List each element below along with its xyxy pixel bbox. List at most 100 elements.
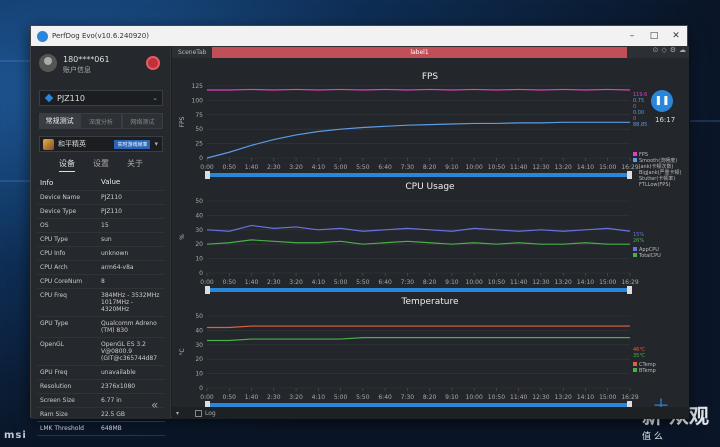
minimize-button[interactable]: –: [621, 26, 643, 46]
x-tick-label: 11:40: [510, 279, 527, 286]
x-tick-label: 6:40: [378, 164, 392, 171]
elapsed-time: 16:17: [655, 116, 676, 124]
avatar[interactable]: [39, 54, 57, 72]
info-key: CPU Arch: [40, 264, 68, 271]
table-row: OS 15: [37, 219, 165, 233]
info-value: 8: [101, 278, 105, 285]
info-key: Device Name: [40, 194, 81, 201]
table-row: Resolution 2376x1080: [37, 380, 165, 394]
x-tick-label: 0:50: [223, 394, 237, 401]
series-line-0: [206, 224, 631, 232]
legend-swatch: [633, 152, 637, 156]
info-key: Resolution: [40, 383, 72, 390]
tab-settings[interactable]: 设置: [93, 158, 109, 172]
y-tick-label: 50: [195, 198, 203, 205]
x-tick-label: 9:10: [445, 279, 459, 286]
legend-label: Jank(卡顿次数): [638, 163, 674, 170]
collapse-icon[interactable]: «: [151, 398, 158, 412]
info-key: CPU Info: [40, 250, 66, 257]
x-tick-label: 0:50: [223, 164, 237, 171]
x-tick-label: 1:40: [245, 394, 259, 401]
y-tick-label: 125: [192, 83, 204, 90]
log-checkbox[interactable]: [195, 409, 203, 417]
x-tick-label: 15:00: [599, 394, 616, 401]
android-icon: [44, 93, 54, 103]
x-tick-label: 13:20: [555, 279, 572, 286]
log-label: Log: [205, 409, 216, 417]
legend-swatch: [633, 253, 637, 257]
y-tick-label: 0: [199, 385, 203, 392]
x-tick-label: 8:20: [423, 164, 437, 171]
info-value: 15: [101, 222, 109, 229]
y-axis-label: °C: [179, 348, 186, 355]
y-tick-label: 20: [195, 356, 203, 363]
y-axis-label: FPS: [179, 116, 186, 127]
legend-value: 35℃: [633, 353, 645, 359]
x-tick-label: 7:30: [401, 164, 415, 171]
x-tick-label: 10:00: [466, 279, 483, 286]
charts-area: FPSFPS02550751001250:00 0:50 1:40 2:30 3:20 4…: [179, 72, 682, 409]
x-tick-label: 0:00: [200, 279, 214, 286]
device-name: PJZ110: [57, 93, 85, 103]
x-tick-label: 8:20: [423, 394, 437, 401]
left-panel: 180****061 账户信息 PJZ110 ⌄ 常规测试 深度分析 网络测试 …: [31, 46, 171, 436]
x-tick-label: 16:29: [621, 279, 638, 286]
x-tick-label: 9:10: [445, 394, 459, 401]
y-tick-label: 100: [192, 97, 204, 104]
tab-device[interactable]: 设备: [59, 158, 75, 172]
x-tick-label: 10:50: [488, 279, 505, 286]
x-tick-label: 1:40: [245, 279, 259, 286]
x-tick-label: 3:20: [289, 279, 303, 286]
y-tick-label: 30: [195, 227, 203, 234]
legend-label: TotalCPU: [638, 253, 661, 259]
x-tick-label: 16:29: [621, 394, 638, 401]
table-row: LMK Threshold 648MB: [37, 422, 165, 436]
tab-deep-analysis[interactable]: 深度分析: [80, 113, 122, 129]
dropdown-icon[interactable]: ▾: [176, 410, 179, 417]
x-tick-label: 15:00: [599, 164, 616, 171]
tab-about[interactable]: 关于: [127, 158, 143, 172]
info-value: OpenGL ES 3.2 V@0800.9 (GIT@c365744d87: [101, 341, 158, 362]
x-tick-label: 4:10: [312, 394, 326, 401]
app-selector[interactable]: 和平精英 实时游戏帧率 ▾: [39, 136, 163, 152]
x-tick-label: 13:20: [555, 394, 572, 401]
pause-button[interactable]: ❚❚: [651, 90, 673, 112]
chart-title: Temperature: [400, 297, 458, 307]
table-row: Screen Size 6.77 in: [37, 394, 165, 408]
close-button[interactable]: ✕: [665, 26, 687, 46]
record-button[interactable]: [146, 56, 160, 70]
title-bar[interactable]: PerfDog Evo(v10.6.240920) – □ ✕: [31, 26, 687, 46]
table-row: GPU Type Qualcomm Adreno (TM) 830: [37, 317, 165, 338]
x-tick-label: 3:20: [289, 164, 303, 171]
sub-tabs: 设备 设置 关于: [31, 158, 171, 172]
device-selector[interactable]: PJZ110 ⌄: [39, 90, 163, 106]
device-info-table: Info Value Device Name PJZ110 Device Type P…: [37, 176, 165, 436]
tab-normal-test[interactable]: 常规测试: [39, 113, 81, 129]
info-value: 384MHz - 3532MHz 1017MHz - 4320MHz: [101, 292, 160, 313]
legend-swatch: [633, 247, 637, 251]
y-tick-label: 10: [195, 371, 203, 378]
legend-value: 26%: [633, 238, 644, 244]
info-value: Qualcomm Adreno (TM) 830: [101, 320, 157, 334]
y-tick-label: 40: [195, 212, 203, 219]
x-tick-label: 10:00: [466, 394, 483, 401]
game-app-icon: [43, 138, 54, 150]
legend-swatch: [633, 368, 637, 372]
info-value: unknown: [101, 250, 129, 257]
x-tick-label: 1:40: [245, 164, 259, 171]
info-key: LMK Threshold: [40, 425, 84, 432]
maximize-button[interactable]: □: [643, 26, 665, 46]
x-tick-label: 8:20: [423, 279, 437, 286]
legend-label: Stutter(卡顿率): [639, 175, 675, 182]
x-tick-label: 12:30: [532, 394, 549, 401]
y-tick-label: 0: [199, 155, 203, 162]
x-tick-label: 7:30: [401, 279, 415, 286]
x-tick-label: 11:40: [510, 394, 527, 401]
x-tick-label: 12:30: [532, 279, 549, 286]
y-tick-label: 30: [195, 342, 203, 349]
account-info-link[interactable]: 账户信息: [63, 65, 91, 75]
x-tick-label: 4:10: [312, 164, 326, 171]
tab-network-test[interactable]: 网络测试: [121, 113, 163, 129]
timeline-handle-start: [205, 171, 210, 179]
legend-swatch: [633, 158, 637, 162]
